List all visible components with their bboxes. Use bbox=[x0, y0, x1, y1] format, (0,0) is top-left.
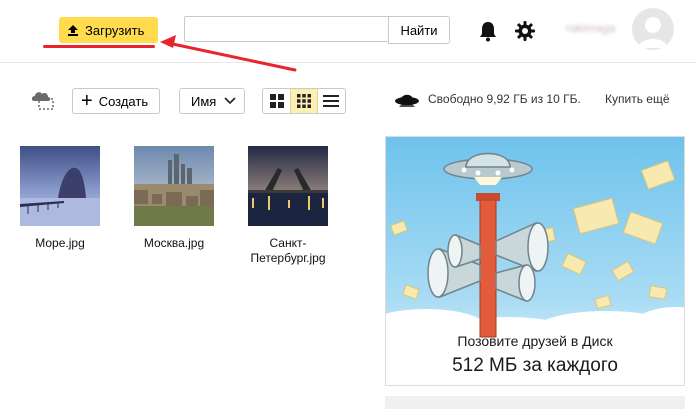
cloud-select-icon[interactable] bbox=[30, 89, 56, 111]
sort-dropdown-label: Имя bbox=[191, 93, 217, 109]
promo-line-2: 512 МБ за каждого bbox=[452, 355, 618, 376]
buy-more-link[interactable]: Купить ещё bbox=[605, 92, 670, 106]
view-large-tiles-button[interactable] bbox=[263, 89, 290, 113]
chevron-down-icon bbox=[224, 97, 236, 105]
search-button-label: Найти bbox=[400, 22, 438, 38]
search-button[interactable]: Найти bbox=[388, 16, 450, 44]
small-grid-icon bbox=[296, 94, 311, 108]
upload-button-label: Загрузить bbox=[85, 22, 145, 38]
disk-ufo-icon bbox=[395, 94, 419, 107]
upload-button[interactable]: Загрузить bbox=[59, 17, 158, 43]
gear-icon[interactable] bbox=[514, 20, 536, 42]
view-small-tiles-button[interactable] bbox=[290, 89, 318, 113]
file-item[interactable]: Санкт-Петербург.jpg bbox=[247, 146, 329, 266]
large-grid-icon bbox=[269, 94, 284, 108]
file-name: Санкт-Петербург.jpg bbox=[250, 236, 326, 265]
username[interactable]: rakimaga bbox=[566, 21, 615, 35]
create-button[interactable]: + Создать bbox=[72, 88, 160, 114]
promo-line-1: Позовите друзей в Диск bbox=[457, 333, 613, 349]
view-list-button[interactable] bbox=[318, 89, 345, 113]
file-item[interactable]: Море.jpg bbox=[19, 146, 101, 251]
file-name: Море.jpg bbox=[35, 236, 85, 250]
create-button-label: Создать bbox=[98, 93, 149, 109]
search-input[interactable] bbox=[184, 16, 388, 42]
view-switcher bbox=[262, 88, 346, 114]
thumbnail-moscow bbox=[134, 146, 214, 226]
plus-icon: + bbox=[81, 90, 93, 112]
bell-icon[interactable] bbox=[478, 20, 498, 42]
promo-banner[interactable]: Позовите друзей в Диск 512 МБ за каждого bbox=[385, 136, 685, 386]
file-name: Москва.jpg bbox=[143, 236, 205, 250]
user-icon bbox=[638, 17, 668, 48]
list-icon bbox=[323, 95, 340, 107]
file-item[interactable]: Москва.jpg bbox=[133, 146, 215, 251]
thumbnail-spb bbox=[248, 146, 328, 226]
annotation-underline bbox=[43, 45, 155, 48]
avatar[interactable] bbox=[632, 8, 674, 50]
quota-text: Свободно 9,92 ГБ из 10 ГБ. bbox=[428, 92, 581, 106]
upload-icon bbox=[68, 25, 78, 36]
ad-placeholder bbox=[385, 396, 685, 409]
sort-dropdown[interactable]: Имя bbox=[179, 88, 245, 114]
thumbnail-sea bbox=[20, 146, 100, 226]
